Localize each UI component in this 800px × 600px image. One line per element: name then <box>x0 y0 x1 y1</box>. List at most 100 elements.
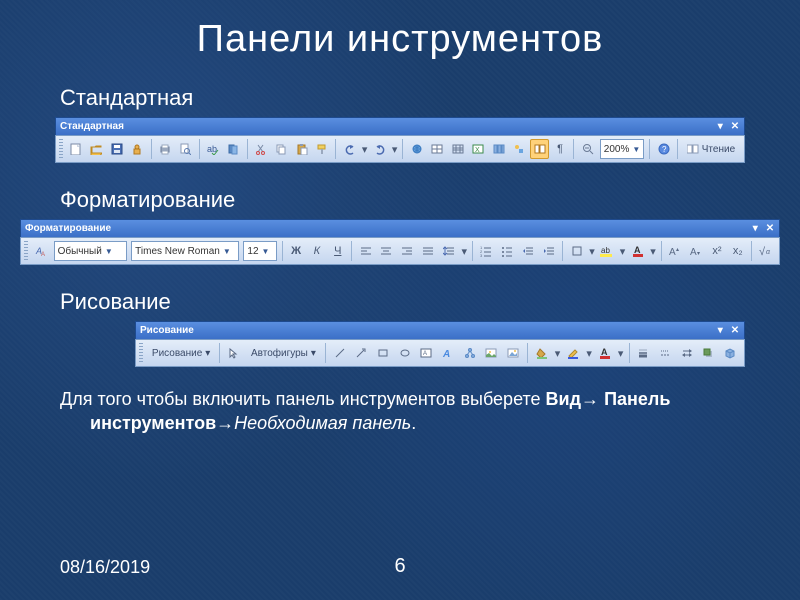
font-color-dropdown-icon[interactable]: ▾ <box>617 343 625 363</box>
draw-toolbar-title: Рисование <box>140 325 194 336</box>
line-spacing-icon[interactable] <box>440 241 459 261</box>
rectangle-icon[interactable] <box>373 343 393 363</box>
autoshapes-button[interactable]: Автофигуры▾ <box>245 343 322 363</box>
shadow-style-icon[interactable] <box>699 343 719 363</box>
numbered-list-icon[interactable]: 123 <box>477 241 496 261</box>
research-icon[interactable] <box>224 139 243 159</box>
tables-borders-icon[interactable] <box>428 139 447 159</box>
drawing-icon[interactable] <box>510 139 529 159</box>
print-icon[interactable] <box>156 139 175 159</box>
note-prefix: Для того чтобы включить панель инструмен… <box>60 389 546 409</box>
undo-dropdown-icon[interactable]: ▾ <box>361 139 369 159</box>
line-weight-icon[interactable] <box>634 343 654 363</box>
undo-icon[interactable] <box>340 139 359 159</box>
borders-icon[interactable] <box>567 241 586 261</box>
font-size-dropdown[interactable]: 12▼ <box>243 241 276 261</box>
font-color-icon[interactable]: A <box>595 343 615 363</box>
fill-color-icon[interactable] <box>532 343 552 363</box>
line-spacing-dropdown-icon[interactable]: ▾ <box>460 241 468 261</box>
zoom-dropdown[interactable]: 200%▼ <box>600 139 645 159</box>
subscript-icon[interactable]: x₂ <box>728 241 747 261</box>
show-hide-icon[interactable]: ¶ <box>551 139 570 159</box>
print-preview-icon[interactable] <box>176 139 195 159</box>
arrow-style-icon[interactable] <box>677 343 697 363</box>
paste-icon[interactable] <box>292 139 311 159</box>
insert-picture-icon[interactable] <box>503 343 523 363</box>
grip-icon[interactable] <box>24 241 28 261</box>
help-icon[interactable]: ? <box>654 139 673 159</box>
dropdown-icon[interactable]: ▾ <box>715 325 725 336</box>
hyperlink-icon[interactable] <box>407 139 426 159</box>
redo-icon[interactable] <box>370 139 389 159</box>
standard-toolbar-window: Стандартная ▾ ✕ ab ▾ ▾ X ¶ <box>55 117 745 163</box>
grip-icon[interactable] <box>59 139 63 159</box>
footer-date: 08/16/2019 <box>60 557 150 578</box>
align-left-icon[interactable] <box>356 241 375 261</box>
styles-pane-icon[interactable]: AA <box>32 241 51 261</box>
copy-icon[interactable] <box>272 139 291 159</box>
spelling-icon[interactable]: ab <box>204 139 223 159</box>
superscript-icon[interactable]: x² <box>707 241 726 261</box>
style-dropdown[interactable]: Обычный▼ <box>54 241 128 261</box>
align-center-icon[interactable] <box>377 241 396 261</box>
borders-dropdown-icon[interactable]: ▾ <box>588 241 596 261</box>
clipart-icon[interactable] <box>482 343 502 363</box>
draw-menu-button[interactable]: Рисование▾ <box>146 343 216 363</box>
highlight-dropdown-icon[interactable]: ▾ <box>619 241 627 261</box>
shrink-font-icon[interactable]: A▾ <box>687 241 706 261</box>
separator <box>649 139 650 159</box>
fill-color-dropdown-icon[interactable]: ▾ <box>554 343 562 363</box>
font-color-dropdown-icon[interactable]: ▾ <box>649 241 657 261</box>
line-icon[interactable] <box>330 343 350 363</box>
dropdown-icon[interactable]: ▾ <box>750 223 760 234</box>
font-dropdown[interactable]: Times New Roman▼ <box>131 241 239 261</box>
columns-icon[interactable] <box>489 139 508 159</box>
zoom-out-icon[interactable] <box>578 139 597 159</box>
format-toolbar-title: Форматирование <box>25 223 111 234</box>
new-document-icon[interactable] <box>67 139 86 159</box>
reading-layout-button[interactable]: Чтение <box>681 139 741 159</box>
insert-table-icon[interactable] <box>448 139 467 159</box>
open-icon[interactable] <box>87 139 106 159</box>
note-italic: Необходимая панель <box>234 413 411 433</box>
svg-text:▴: ▴ <box>676 247 679 253</box>
bullet-list-icon[interactable] <box>498 241 517 261</box>
permissions-icon[interactable] <box>128 139 147 159</box>
dash-style-icon[interactable] <box>655 343 675 363</box>
highlight-icon[interactable]: ab <box>598 241 617 261</box>
close-icon[interactable]: ✕ <box>730 121 740 132</box>
3d-style-icon[interactable] <box>720 343 740 363</box>
grip-icon[interactable] <box>139 343 143 363</box>
reading-label: Чтение <box>702 144 735 155</box>
oval-icon[interactable] <box>395 343 415 363</box>
svg-text:A: A <box>423 351 427 357</box>
cut-icon[interactable] <box>251 139 270 159</box>
dropdown-icon[interactable]: ▾ <box>715 121 725 132</box>
align-right-icon[interactable] <box>398 241 417 261</box>
select-objects-icon[interactable] <box>224 343 244 363</box>
bold-button[interactable]: Ж <box>287 241 306 261</box>
insert-excel-icon[interactable]: X <box>469 139 488 159</box>
redo-dropdown-icon[interactable]: ▾ <box>391 139 399 159</box>
font-color-icon[interactable]: A <box>628 241 647 261</box>
close-icon[interactable]: ✕ <box>730 325 740 336</box>
line-color-icon[interactable] <box>563 343 583 363</box>
slide-title: Панели инструментов <box>0 0 800 61</box>
grow-font-icon[interactable]: A▴ <box>666 241 685 261</box>
wordart-icon[interactable]: A <box>438 343 458 363</box>
equation-icon[interactable]: √α <box>756 241 775 261</box>
line-color-dropdown-icon[interactable]: ▾ <box>585 343 593 363</box>
italic-button[interactable]: К <box>307 241 326 261</box>
align-justify-icon[interactable] <box>419 241 438 261</box>
window-controls: ▾ ✕ <box>748 223 775 234</box>
diagram-icon[interactable] <box>460 343 480 363</box>
save-icon[interactable] <box>108 139 127 159</box>
document-map-icon[interactable] <box>530 139 549 159</box>
increase-indent-icon[interactable] <box>540 241 559 261</box>
textbox-icon[interactable]: A <box>417 343 437 363</box>
underline-button[interactable]: Ч <box>328 241 347 261</box>
format-painter-icon[interactable] <box>313 139 332 159</box>
arrow-icon[interactable] <box>352 343 372 363</box>
close-icon[interactable]: ✕ <box>765 223 775 234</box>
decrease-indent-icon[interactable] <box>519 241 538 261</box>
